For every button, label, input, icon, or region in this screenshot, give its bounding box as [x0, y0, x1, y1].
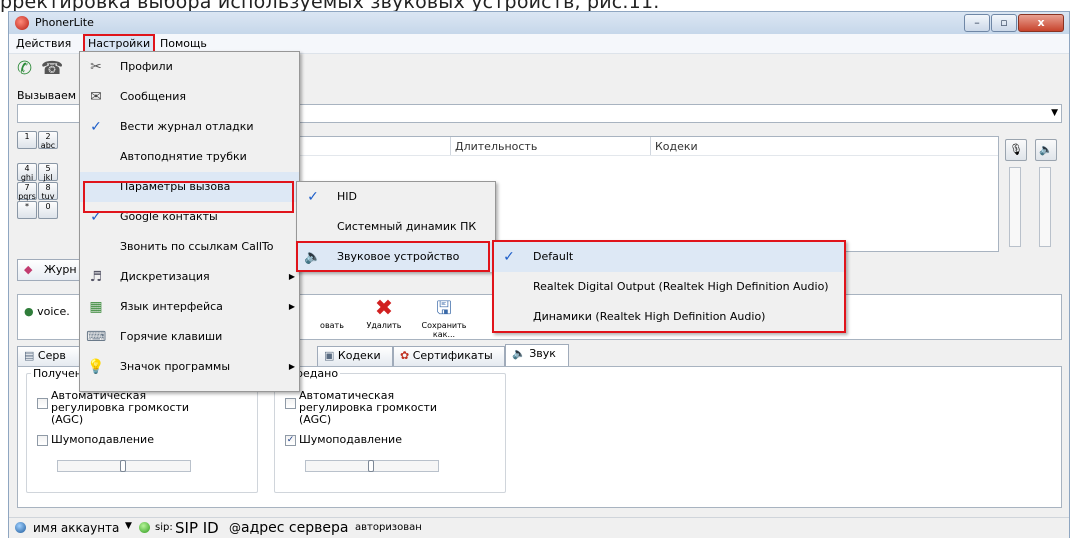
- dial-key-1[interactable]: 1: [17, 131, 37, 149]
- menu-item-hid[interactable]: ✓ HID: [297, 182, 495, 212]
- bulb-icon: 💡: [87, 359, 105, 375]
- menu-item-profiles[interactable]: ✂ Профили: [80, 52, 299, 82]
- menu-item-program-icon[interactable]: 💡 Значок программы ▶: [80, 352, 299, 382]
- volume-panel: 🎙 🔈: [999, 139, 1063, 249]
- noise-received-label: Шумоподавление: [51, 433, 154, 446]
- highlight-sound-device: [296, 241, 490, 272]
- menu-item-callto[interactable]: Звонить по ссылкам CallTo: [80, 232, 299, 262]
- agc-received-checkbox[interactable]: [37, 398, 48, 409]
- minimize-button[interactable]: –: [964, 14, 990, 32]
- called-label: Вызываем: [17, 89, 77, 102]
- highlight-call-params: [83, 181, 294, 213]
- sip-at: @: [229, 521, 241, 535]
- submenu-arrow-icon: ▶: [288, 302, 295, 311]
- delete-icon: ✖: [374, 296, 394, 321]
- menu-item-debug-log[interactable]: ✓ Вести журнал отладки: [80, 112, 299, 142]
- language-icon: ▦: [89, 299, 103, 315]
- app-logo-icon: [15, 16, 29, 30]
- tab-sound[interactable]: 🔈 Звук: [505, 344, 569, 366]
- delete-account-button[interactable]: ✖ Удалить: [356, 297, 412, 335]
- envelope-icon: ✉: [90, 89, 102, 105]
- menu-help[interactable]: Помощь: [157, 36, 210, 51]
- sip-id: SIP ID: [175, 519, 219, 537]
- call-icon[interactable]: ✆: [17, 58, 32, 79]
- noise-received-checkbox[interactable]: [37, 435, 48, 446]
- settings-menu: ✂ Профили ✉ Сообщения ✓ Вести журнал отл…: [79, 51, 300, 392]
- slider-thumb[interactable]: [368, 460, 374, 472]
- agc-received-label: Автоматическая регулировка громкости (AG…: [51, 389, 190, 426]
- checkmark-icon: ✓: [307, 189, 319, 205]
- agc-sent-label: Автоматическая регулировка громкости (AG…: [299, 389, 438, 426]
- journal-icon: ◆: [24, 263, 33, 276]
- title-bar: PhonerLite – ▫ x: [9, 12, 1069, 34]
- page-caption: рректировка выбора используемых звуковых…: [0, 0, 660, 13]
- status-bar: имя аккаунта ▼ sip: SIP ID @ адрес серве…: [9, 517, 1069, 538]
- codecs-icon: ▣: [324, 349, 335, 362]
- speaker-mute-button[interactable]: 🔈: [1035, 139, 1057, 161]
- save-as-button[interactable]: 🖫 Сохранить как...: [416, 297, 472, 339]
- account-item[interactable]: ● voice.: [24, 305, 70, 318]
- menu-item-messages[interactable]: ✉ Сообщения: [80, 82, 299, 112]
- chevron-down-icon[interactable]: ▼: [1051, 108, 1058, 118]
- speaker-volume-slider[interactable]: [1039, 167, 1051, 247]
- dial-key-5[interactable]: 5 jkl: [38, 163, 58, 182]
- column-duration[interactable]: Длительность: [455, 140, 537, 153]
- keyboard-icon: ⌨: [86, 329, 107, 345]
- dial-key-7[interactable]: 7 pqrs: [17, 182, 37, 201]
- menu-item-pc-speaker[interactable]: Системный динамик ПК: [297, 212, 495, 242]
- tab-server[interactable]: ▤ Серв: [17, 346, 83, 366]
- dial-key-0[interactable]: 0: [38, 201, 58, 219]
- dial-key-8[interactable]: 8 tuv: [38, 182, 58, 201]
- column-separator: [650, 137, 651, 155]
- sampling-icon: ♬: [89, 269, 103, 285]
- account-globe-icon: [15, 522, 26, 533]
- mic-volume-slider[interactable]: [1009, 167, 1021, 247]
- column-separator: [450, 137, 451, 155]
- globe-icon: ●: [24, 305, 34, 318]
- hangup-icon[interactable]: ☎: [41, 58, 63, 79]
- maximize-button[interactable]: ▫: [991, 14, 1017, 32]
- received-title: Получен: [31, 367, 85, 380]
- column-codecs[interactable]: Кодеки: [655, 140, 698, 153]
- sent-group: Передано Автоматическая регулировка гром…: [274, 367, 506, 493]
- sip-prefix: sip:: [155, 522, 173, 533]
- speaker-icon: 🔈: [512, 347, 526, 360]
- tools-icon: ✂: [90, 59, 102, 75]
- menu-actions[interactable]: Действия: [13, 36, 74, 51]
- agc-sent-checkbox[interactable]: [285, 398, 296, 409]
- dial-key-2[interactable]: 2 abc: [38, 131, 58, 150]
- certificate-icon: ✿: [400, 349, 410, 362]
- noise-sent-label: Шумоподавление: [299, 433, 402, 446]
- noise-sent-checkbox[interactable]: ✓: [285, 435, 296, 446]
- slider-thumb[interactable]: [120, 460, 126, 472]
- save-icon: 🖫: [436, 298, 452, 319]
- window-title: PhonerLite: [35, 16, 94, 29]
- close-button[interactable]: x: [1018, 14, 1064, 32]
- sip-server: адрес сервера: [241, 520, 349, 536]
- tab-codecs[interactable]: ▣ Кодеки: [317, 346, 393, 366]
- server-icon: ▤: [24, 349, 35, 362]
- tab-certificates[interactable]: ✿ Сертификаты: [393, 346, 505, 366]
- account-dropdown-icon[interactable]: ▼: [125, 521, 132, 531]
- status-text: авторизован: [355, 522, 422, 533]
- submenu-arrow-icon: ▶: [288, 272, 295, 281]
- dial-key-4[interactable]: 4 ghi: [17, 163, 37, 182]
- menu-item-sampling[interactable]: ♬ Дискретизация ▶: [80, 262, 299, 292]
- sent-volume-slider[interactable]: [305, 460, 439, 472]
- submenu-arrow-icon: ▶: [288, 362, 295, 371]
- menu-item-language[interactable]: ▦ Язык интерфейса ▶: [80, 292, 299, 322]
- highlight-device-menu: [492, 240, 846, 333]
- checkmark-icon: ✓: [90, 119, 102, 135]
- status-online-icon: [139, 522, 150, 533]
- received-volume-slider[interactable]: [57, 460, 191, 472]
- mic-mute-button[interactable]: 🎙: [1005, 139, 1027, 161]
- dial-key-star[interactable]: *: [17, 201, 37, 219]
- status-account[interactable]: имя аккаунта: [33, 521, 119, 535]
- edit-account-button[interactable]: овать: [304, 297, 360, 335]
- menu-item-autoanswer[interactable]: Автоподнятие трубки: [80, 142, 299, 172]
- menu-item-hotkeys[interactable]: ⌨ Горячие клавиши: [80, 322, 299, 352]
